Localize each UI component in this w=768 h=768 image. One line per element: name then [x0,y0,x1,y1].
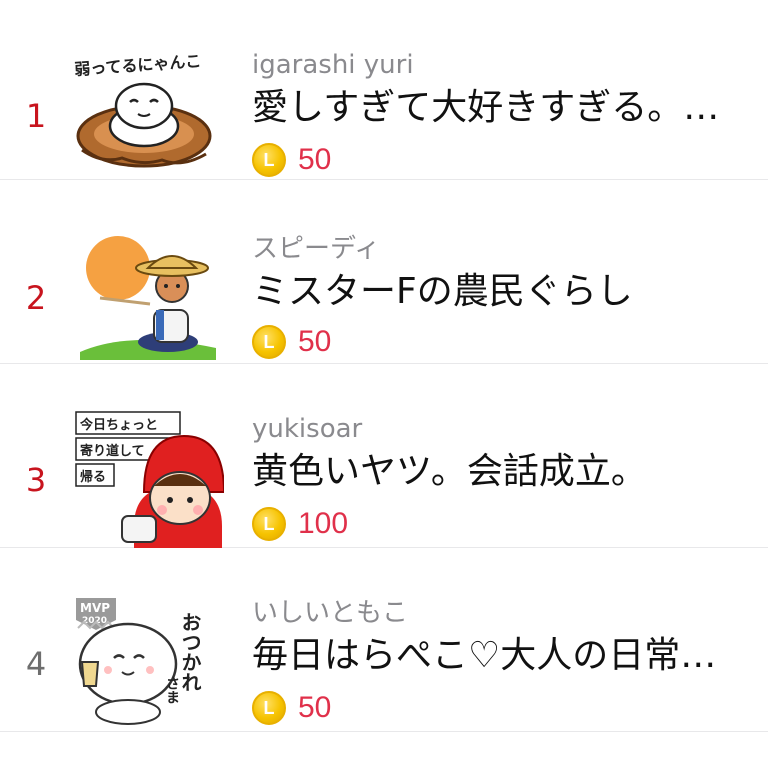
sticker-ranking-list: 1 弱ってるにゃんこ igarashi yuri 愛しすぎて大好きすぎる。… L… [0,0,768,768]
ranking-row-2[interactable]: 2 スピーディ ミスターFの農民ぐらし L 50 [0,180,768,364]
rank-number: 1 [25,97,47,135]
sticker-text: 寄り道して [80,443,145,459]
price-display: L 100 [252,504,348,544]
farmer-sticker-image [80,236,216,360]
sticker-title[interactable]: 愛しすぎて大好きすぎる。… [252,84,756,132]
sticker-text: 帰る [80,469,106,485]
girl-sticker-image: 今日ちょっと 寄り道して 帰る [75,411,224,548]
sticker-thumbnail[interactable]: MVP 2020 おつかれ さま [72,592,224,732]
creator-name: いしいともこ [252,598,409,628]
creator-name: igarashi yuri [252,50,414,80]
mvp-badge-label: MVP [80,601,110,615]
rank-number: 2 [25,279,47,317]
line-coin-icon: L [252,691,286,725]
sticker-text: 弱ってるにゃんこ [74,51,202,79]
sticker-thumbnail[interactable] [72,224,224,364]
creator-name: yukisoar [252,414,363,444]
price-display: L 50 [252,140,331,180]
price-amount: 50 [298,325,332,358]
cat-sticker-image: 弱ってるにゃんこ [74,51,212,168]
ranking-row-4[interactable]: 4 MVP 2020 おつかれ さま いしいともこ 毎日はらぺこ♡大人の日常… … [0,548,768,732]
rank-number: 4 [25,645,47,683]
price-display: L 50 [252,322,331,362]
price-amount: 50 [298,143,332,176]
ranking-row-3[interactable]: 3 今日ちょっと 寄り道して 帰る yukisoar 黄色いヤツ。会話成立。 L… [0,364,768,548]
line-coin-icon: L [252,507,286,541]
ranking-row-1[interactable]: 1 弱ってるにゃんこ igarashi yuri 愛しすぎて大好きすぎる。… L… [0,0,768,180]
sticker-title[interactable]: 黄色いヤツ。会話成立。 [252,448,756,496]
price-amount: 100 [298,507,349,540]
sticker-title[interactable]: 毎日はらぺこ♡大人の日常… [252,632,756,680]
sticker-text: 今日ちょっと [79,417,158,433]
rank-number: 3 [25,461,47,499]
mascot-sticker-image: MVP 2020 おつかれ さま [76,598,202,725]
sticker-thumbnail[interactable]: 今日ちょっと 寄り道して 帰る [72,408,224,548]
sticker-title[interactable]: ミスターFの農民ぐらし [252,268,756,316]
creator-name: スピーディ [252,234,381,264]
sticker-text: さま [164,676,180,704]
sticker-text: おつかれ [178,612,202,692]
price-amount: 50 [298,691,332,724]
price-display: L 50 [252,688,331,728]
line-coin-icon: L [252,325,286,359]
sticker-thumbnail[interactable]: 弱ってるにゃんこ [72,40,224,180]
line-coin-icon: L [252,143,286,177]
